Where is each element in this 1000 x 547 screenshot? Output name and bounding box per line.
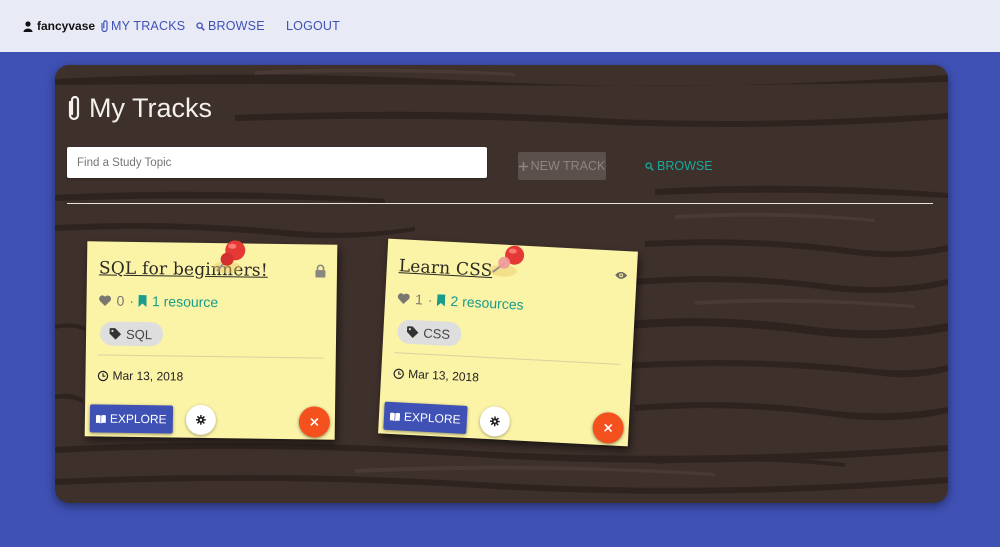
- page-title: My Tracks: [67, 93, 212, 124]
- user-menu[interactable]: fancyvase: [23, 19, 95, 33]
- nav-logout-label: LOGOUT: [286, 19, 340, 33]
- heart-icon: [397, 293, 410, 304]
- tag-icon: [406, 326, 419, 339]
- browse-button[interactable]: BROWSE: [645, 152, 713, 180]
- nav-my-tracks-label: MY TRACKS: [111, 19, 186, 33]
- track-date-text: Mar 13, 2018: [112, 368, 184, 384]
- nav-browse-label: BROWSE: [208, 19, 265, 33]
- delete-button[interactable]: [298, 406, 331, 438]
- pushpin-icon: [213, 240, 246, 274]
- stats-separator: ·: [427, 291, 434, 308]
- track-date: Mar 13, 2018: [393, 366, 480, 385]
- track-date-text: Mar 13, 2018: [407, 366, 480, 385]
- resource-count[interactable]: 2 resources: [450, 293, 524, 313]
- nav-logout[interactable]: LOGOUT: [286, 19, 340, 33]
- nav-my-tracks[interactable]: MY TRACKS: [101, 19, 185, 33]
- page-title-text: My Tracks: [89, 93, 213, 123]
- book-icon: [389, 412, 401, 421]
- tag-icon: [109, 328, 122, 340]
- card-divider: [394, 352, 621, 365]
- tag-label: SQL: [125, 326, 153, 342]
- close-icon: [603, 423, 613, 433]
- track-stats: 0 · 1 resource: [98, 292, 218, 310]
- bookmark-icon: [138, 294, 148, 308]
- tag-chip[interactable]: SQL: [99, 321, 164, 347]
- bookmark-icon: [437, 294, 446, 307]
- divider: [67, 203, 933, 204]
- new-track-button[interactable]: NEW TRACK: [518, 152, 606, 180]
- track-card[interactable]: Learn CSS 1 · 2 resources CSS Mar 13, 20…: [378, 238, 638, 447]
- tag-label: CSS: [423, 325, 451, 342]
- search-icon: [645, 161, 654, 171]
- track-title[interactable]: Learn CSS: [398, 256, 493, 281]
- nav-browse[interactable]: BROWSE: [196, 19, 265, 33]
- explore-label: EXPLORE: [403, 409, 461, 427]
- tag-chip[interactable]: CSS: [396, 319, 462, 347]
- explore-button[interactable]: EXPLORE: [383, 401, 468, 434]
- heart-icon: [99, 295, 111, 307]
- gear-icon: [195, 414, 206, 425]
- like-count: 0: [116, 292, 125, 309]
- settings-button[interactable]: [479, 405, 511, 438]
- pushpin-icon: [488, 245, 525, 277]
- paperclip-icon: [68, 95, 80, 121]
- track-date: Mar 13, 2018: [97, 368, 184, 384]
- close-icon: [310, 417, 319, 427]
- book-icon: [95, 414, 106, 423]
- track-stats: 1 · 2 resources: [397, 290, 524, 313]
- username: fancyvase: [37, 19, 96, 33]
- eye-icon: [615, 271, 628, 279]
- new-track-label: NEW TRACK: [530, 159, 606, 173]
- top-nav: fancyvase MY TRACKS BROWSE LOGOUT: [0, 0, 1000, 52]
- stats-separator: ·: [129, 292, 135, 309]
- gear-icon: [489, 416, 500, 427]
- resource-count[interactable]: 1 resource: [152, 293, 218, 310]
- like-count: 1: [414, 291, 424, 308]
- clock-icon: [393, 368, 404, 379]
- card-divider: [97, 354, 324, 359]
- tracks-board: My Tracks NEW TRACK BROWSE SQL for begin…: [55, 65, 948, 503]
- lock-icon: [315, 264, 326, 278]
- delete-button[interactable]: [591, 411, 625, 445]
- browse-button-label: BROWSE: [657, 159, 713, 173]
- settings-button[interactable]: [185, 404, 217, 436]
- paperclip-icon: [101, 20, 108, 32]
- plus-icon: [518, 161, 528, 171]
- clock-icon: [97, 370, 109, 381]
- search-input[interactable]: [67, 147, 487, 178]
- user-icon: [23, 20, 33, 32]
- track-card[interactable]: SQL for beginners! 0 · 1 resource SQL Ma…: [84, 240, 338, 440]
- search-icon: [196, 21, 205, 31]
- explore-button[interactable]: EXPLORE: [89, 404, 173, 434]
- explore-label: EXPLORE: [109, 411, 167, 427]
